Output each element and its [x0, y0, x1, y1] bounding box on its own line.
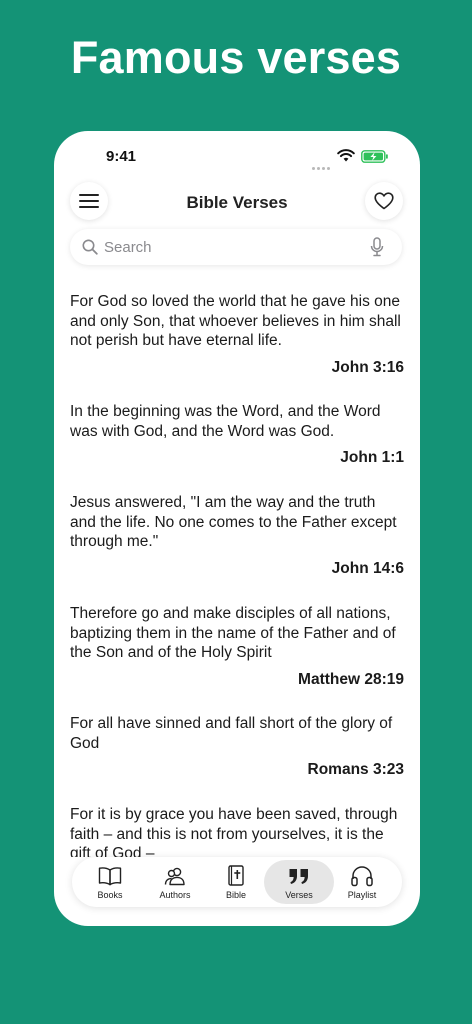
- headphones-icon: [351, 866, 373, 887]
- verse-reference: John 1:1: [340, 449, 404, 466]
- book-icon: [98, 867, 122, 886]
- search-bar[interactable]: Search: [70, 229, 402, 265]
- tab-verses[interactable]: Verses: [264, 860, 334, 904]
- bible-icon: [228, 865, 244, 886]
- quote-icon: [289, 869, 308, 884]
- verse-text: In the beginning was the Word, and the W…: [70, 403, 381, 440]
- microphone-icon[interactable]: [370, 237, 384, 257]
- wifi-icon: [337, 149, 355, 162]
- status-time: 9:41: [106, 148, 137, 165]
- navigation-bar: Bible Verses: [54, 181, 420, 225]
- tab-bible[interactable]: Bible: [201, 860, 271, 904]
- verse-text: Therefore go and make disciples of all n…: [70, 605, 396, 661]
- verse-text: For it is by grace you have been saved, …: [70, 806, 398, 857]
- verse-item[interactable]: In the beginning was the Word, and the W…: [70, 402, 404, 467]
- tab-label: Playlist: [347, 890, 377, 900]
- verse-item[interactable]: For all have sinned and fall short of th…: [70, 714, 404, 779]
- tab-playlist[interactable]: Playlist: [327, 860, 397, 904]
- verse-text: Jesus answered, "I am the way and the tr…: [70, 494, 397, 550]
- heart-icon: [374, 192, 394, 210]
- signal-dots-icon: [312, 157, 332, 175]
- search-icon: [82, 239, 98, 255]
- favorites-button[interactable]: [365, 182, 403, 220]
- verse-item[interactable]: For it is by grace you have been saved, …: [70, 805, 404, 857]
- tab-label: Authors: [159, 890, 191, 900]
- authors-icon: [164, 867, 185, 886]
- verse-text: For God so loved the world that he gave …: [70, 293, 401, 349]
- tab-label: Bible: [225, 890, 246, 900]
- tab-bar: Books Authors Bible Verses Playlist: [72, 857, 402, 907]
- verse-reference: John 14:6: [331, 559, 404, 577]
- tab-authors[interactable]: Authors: [140, 860, 210, 904]
- verse-reference: Romans 3:23: [307, 761, 404, 778]
- verse-reference: Matthew 28:19: [298, 670, 404, 688]
- verse-item[interactable]: Jesus answered, "I am the way and the tr…: [70, 493, 404, 578]
- verse-list[interactable]: For God so loved the world that he gave …: [54, 279, 420, 857]
- search-placeholder: Search: [104, 239, 152, 256]
- battery-charging-icon: [361, 150, 388, 163]
- headline: Famous verses: [70, 32, 402, 83]
- verse-text: For all have sinned and fall short of th…: [70, 715, 393, 752]
- tab-books[interactable]: Books: [75, 860, 145, 904]
- phone-screen: 9:41 Bible Verses Search For God so love…: [54, 131, 420, 926]
- verse-item[interactable]: Therefore go and make disciples of all n…: [70, 604, 404, 689]
- tab-label: Verses: [285, 890, 313, 900]
- status-bar: 9:41: [54, 131, 420, 177]
- verse-item[interactable]: For God so loved the world that he gave …: [70, 292, 404, 377]
- tab-label: Books: [97, 890, 123, 900]
- verse-reference: John 3:16: [331, 358, 404, 376]
